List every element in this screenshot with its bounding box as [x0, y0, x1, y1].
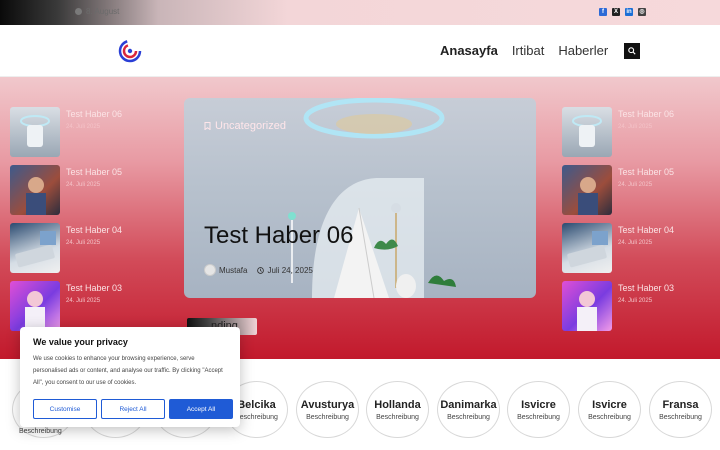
clock-icon [257, 266, 265, 274]
side-news-date: 24. Juli 2025 [618, 182, 653, 188]
date-display: 8. August [75, 7, 119, 16]
side-news-item[interactable]: Test Haber 06 24. Juli 2025 [10, 107, 122, 157]
country-name: Hollanda [374, 398, 421, 411]
side-news-title[interactable]: Test Haber 04 [618, 225, 674, 235]
side-news-title[interactable]: Test Haber 04 [66, 225, 122, 235]
country-description: Beschreibung [376, 413, 419, 421]
news-thumbnail[interactable] [10, 223, 60, 273]
country-name: Belcika [237, 398, 276, 411]
side-news-date: 24. Juli 2025 [618, 298, 653, 304]
bookmark-icon [204, 122, 211, 130]
country-item[interactable]: Isvicre Beschreibung [507, 381, 570, 438]
country-description: Beschreibung [306, 413, 349, 421]
news-thumbnail[interactable] [562, 107, 612, 157]
country-description: Beschreibung [19, 428, 62, 435]
linkedin-icon[interactable]: in [625, 8, 633, 16]
country-description: Beschreibung [235, 413, 278, 421]
side-news-date: 24. Juli 2025 [66, 240, 101, 246]
clock-icon [75, 8, 82, 15]
country-description: Beschreibung [447, 413, 490, 421]
country-item[interactable]: Danimarka Beschreibung [437, 381, 500, 438]
country-item[interactable]: Isvicre Beschreibung [578, 381, 641, 438]
featured-article[interactable]: Uncategorized Test Haber 06 Mustafa Juli… [184, 98, 536, 298]
facebook-icon[interactable]: f [599, 8, 607, 16]
social-links: f X in ◎ [599, 8, 646, 16]
cookie-title: We value your privacy [33, 337, 128, 347]
country-name: Isvicre [521, 398, 556, 411]
country-description: Beschreibung [588, 413, 631, 421]
author-name[interactable]: Mustafa [219, 266, 247, 275]
site-logo[interactable] [118, 39, 142, 63]
article-meta: Mustafa Juli 24, 2025 [204, 264, 313, 276]
side-news-date: 24. Juli 2025 [66, 182, 101, 188]
cookie-consent-dialog: We value your privacy We use cookies to … [20, 327, 240, 427]
side-news-item[interactable]: Test Haber 05 24. Juli 2025 [10, 165, 122, 215]
side-news-date: 24. Juli 2025 [618, 124, 653, 130]
cookie-text: We use cookies to enhance your browsing … [33, 356, 223, 386]
news-thumbnail[interactable] [10, 281, 60, 331]
side-news-title[interactable]: Test Haber 03 [618, 283, 674, 293]
side-news-item[interactable]: Test Haber 04 24. Juli 2025 [562, 223, 674, 273]
side-news-item[interactable]: Test Haber 05 24. Juli 2025 [562, 165, 674, 215]
news-thumbnail[interactable] [10, 165, 60, 215]
side-news-date: 24. Juli 2025 [618, 240, 653, 246]
nav-contact[interactable]: Irtibat [512, 43, 545, 58]
side-news-title[interactable]: Test Haber 06 [66, 109, 122, 119]
featured-title[interactable]: Test Haber 06 [204, 222, 353, 250]
side-news-item[interactable]: Test Haber 06 24. Juli 2025 [562, 107, 674, 157]
news-thumbnail[interactable] [562, 165, 612, 215]
search-button[interactable] [624, 43, 640, 59]
main-nav: Anasayfa Irtibat Haberler [440, 43, 608, 58]
side-news-title[interactable]: Test Haber 05 [66, 167, 122, 177]
date-text: 8. August [86, 7, 120, 16]
country-item[interactable]: Avusturya Beschreibung [296, 381, 359, 438]
instagram-icon[interactable]: ◎ [638, 8, 646, 16]
side-news-title[interactable]: Test Haber 05 [618, 167, 674, 177]
x-icon[interactable]: X [612, 8, 620, 16]
accept-all-button[interactable]: Accept All [169, 399, 233, 419]
news-thumbnail[interactable] [562, 223, 612, 273]
country-description: Beschreibung [517, 413, 560, 421]
country-name: Danimarka [440, 398, 497, 411]
country-item[interactable]: Fransa Beschreibung [649, 381, 712, 438]
side-news-title[interactable]: Test Haber 06 [618, 109, 674, 119]
country-description: Beschreibung [659, 413, 702, 421]
country-name: Avusturya [300, 398, 355, 411]
category-label: Uncategorized [215, 120, 286, 132]
country-name: Isvicre [592, 398, 627, 411]
country-name: Fransa [662, 398, 699, 411]
side-news-left: Test Haber 06 24. Juli 2025 Test Haber 0… [10, 107, 122, 331]
country-item[interactable]: Hollanda Beschreibung [366, 381, 429, 438]
side-news-right: Test Haber 06 24. Juli 2025 Test Haber 0… [562, 107, 674, 331]
cookie-actions: Customise Reject All Accept All [33, 399, 233, 419]
nav-news[interactable]: Haberler [558, 43, 608, 58]
nav-home[interactable]: Anasayfa [440, 43, 498, 58]
search-icon [628, 47, 636, 55]
top-bar: 8. August f X in ◎ [0, 0, 720, 25]
author-avatar [204, 264, 216, 276]
article-date: Juli 24, 2025 [267, 265, 313, 275]
side-news-item[interactable]: Test Haber 04 24. Juli 2025 [10, 223, 122, 273]
side-news-item[interactable]: Test Haber 03 24. Juli 2025 [562, 281, 674, 331]
side-news-title[interactable]: Test Haber 03 [66, 283, 122, 293]
side-news-date: 24. Juli 2025 [66, 124, 101, 130]
customise-button[interactable]: Customise [33, 399, 97, 419]
article-category[interactable]: Uncategorized [204, 120, 286, 132]
site-header: Anasayfa Irtibat Haberler [0, 25, 720, 77]
reject-all-button[interactable]: Reject All [101, 399, 165, 419]
side-news-item[interactable]: Test Haber 03 24. Juli 2025 [10, 281, 122, 331]
news-thumbnail[interactable] [562, 281, 612, 331]
news-thumbnail[interactable] [10, 107, 60, 157]
side-news-date: 24. Juli 2025 [66, 298, 101, 304]
